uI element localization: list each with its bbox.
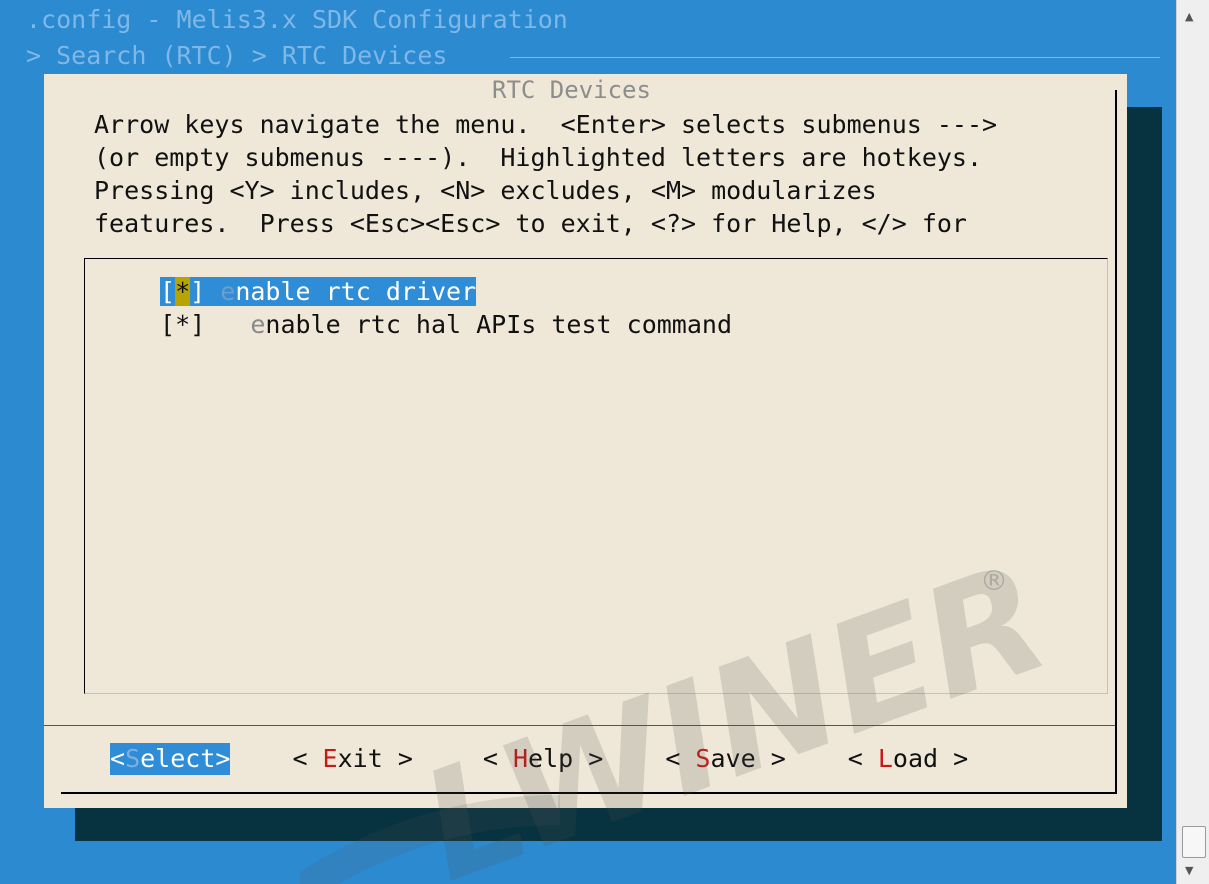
help-line: Arrow keys navigate the menu. <Enter> se… bbox=[94, 110, 998, 139]
save-button[interactable]: < Save > bbox=[665, 743, 785, 775]
window-title: .config - Melis3.x SDK Configuration bbox=[26, 5, 568, 34]
item-label: nable rtc driver bbox=[235, 277, 477, 306]
help-line: Pressing <Y> includes, <N> excludes, <M>… bbox=[94, 176, 877, 205]
help-text: Arrow keys navigate the menu. <Enter> se… bbox=[94, 108, 997, 240]
help-button[interactable]: < Help > bbox=[483, 743, 603, 775]
breadcrumb: > Search (RTC) > RTC Devices bbox=[26, 41, 448, 70]
item-bracket-open: [ bbox=[160, 310, 176, 339]
terminal-window: .config - Melis3.x SDK Configuration > S… bbox=[0, 0, 1176, 884]
item-hotkey: e bbox=[250, 310, 266, 339]
item-hotkey: e bbox=[220, 277, 236, 306]
item-label: nable rtc hal APIs test command bbox=[265, 310, 732, 339]
item-checkbox-mark[interactable]: * bbox=[175, 277, 191, 306]
button-separator bbox=[44, 725, 1115, 726]
scroll-thumb[interactable] bbox=[1182, 826, 1206, 858]
scroll-down-arrow-icon[interactable]: ▼ bbox=[1185, 864, 1193, 877]
select-button[interactable]: <Select> bbox=[110, 743, 231, 775]
load-button[interactable]: < Load > bbox=[848, 743, 968, 775]
item-bracket-close: ] bbox=[190, 310, 206, 339]
exit-button[interactable]: < Exit > bbox=[292, 743, 412, 775]
vertical-scrollbar[interactable]: ▲ ▼ bbox=[1176, 0, 1209, 884]
item-checkbox-mark[interactable]: * bbox=[175, 310, 190, 339]
dialog-title: RTC Devices bbox=[482, 74, 661, 106]
menu-item-enable-rtc-hal-test[interactable]: [*] enable rtc hal APIs test command bbox=[160, 309, 732, 341]
item-bracket-open: [ bbox=[160, 277, 176, 306]
menu-item-enable-rtc-driver[interactable]: [*] enable rtc driver bbox=[160, 276, 477, 308]
scroll-up-arrow-icon[interactable]: ▲ bbox=[1185, 10, 1193, 23]
help-line: features. Press <Esc><Esc> to exit, <?> … bbox=[94, 209, 967, 238]
help-line: (or empty submenus ----). Highlighted le… bbox=[94, 143, 983, 172]
item-bracket-close: ] bbox=[190, 277, 206, 306]
breadcrumb-rule bbox=[510, 57, 1160, 58]
button-bar: <Select> < Exit > < Help > < Save > < Load > bbox=[110, 743, 968, 775]
